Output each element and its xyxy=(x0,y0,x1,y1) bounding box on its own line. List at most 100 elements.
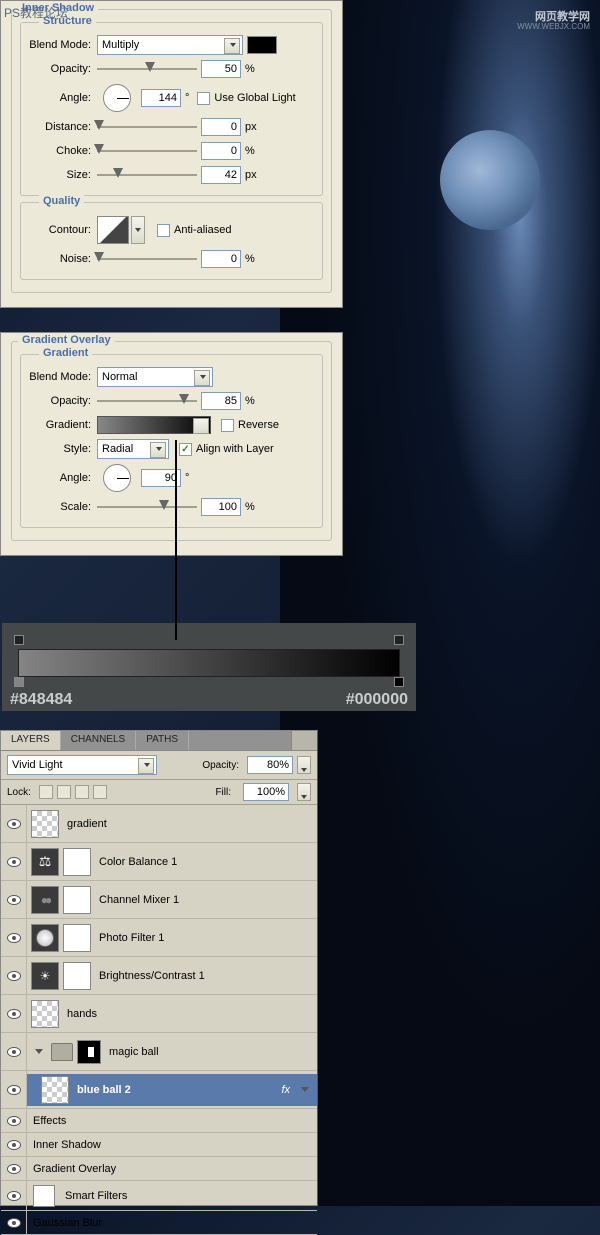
distance-value[interactable]: 0 xyxy=(201,118,241,136)
visibility-icon[interactable] xyxy=(7,1140,21,1150)
visibility-icon[interactable] xyxy=(7,1218,21,1228)
size-value[interactable]: 42 xyxy=(201,166,241,184)
opacity-value[interactable]: 50 xyxy=(201,60,241,78)
choke-slider[interactable] xyxy=(97,142,197,160)
opacity-flyout[interactable] xyxy=(297,756,311,774)
noise-value[interactable]: 0 xyxy=(201,250,241,268)
layer-row[interactable]: Photo Filter 1 xyxy=(1,919,317,957)
layer-thumb xyxy=(41,1076,69,1104)
global-light-checkbox[interactable] xyxy=(197,92,210,105)
anti-aliased-checkbox[interactable] xyxy=(157,224,170,237)
expand-icon[interactable] xyxy=(35,1049,43,1054)
lock-transparency-icon[interactable] xyxy=(39,785,53,799)
panel-menu-icon[interactable] xyxy=(291,731,317,750)
angle-value[interactable]: 144 xyxy=(141,89,181,107)
panel-tabs: LAYERS CHANNELS PATHS xyxy=(1,731,317,751)
mask-thumb xyxy=(63,924,91,952)
visibility-icon[interactable] xyxy=(7,819,21,829)
gradient-label: Gradient: xyxy=(29,419,97,431)
distance-slider[interactable] xyxy=(97,118,197,136)
opacity-stop-left[interactable] xyxy=(14,635,24,649)
visibility-icon[interactable] xyxy=(7,857,21,867)
layer-row[interactable]: gradient xyxy=(1,805,317,843)
quality-title: Quality xyxy=(39,195,84,207)
gradient-overlay-panel: Gradient Overlay Gradient Blend Mode: No… xyxy=(0,332,343,556)
watermark-url: WWW.WEBJX.COM xyxy=(517,22,590,31)
shadow-color-swatch[interactable] xyxy=(247,36,277,54)
contour-label: Contour: xyxy=(29,224,97,236)
style-label: Style: xyxy=(29,443,97,455)
layer-row[interactable]: ⚖Color Balance 1 xyxy=(1,843,317,881)
layer-blend-mode-select[interactable]: Vivid Light xyxy=(7,755,157,775)
scale-slider[interactable] xyxy=(97,498,197,516)
go-opacity-label: Opacity: xyxy=(29,395,97,407)
contour-dropdown[interactable] xyxy=(131,216,145,244)
visibility-icon[interactable] xyxy=(7,971,21,981)
fill-flyout[interactable] xyxy=(297,783,311,801)
effect-gradient-overlay-row[interactable]: Gradient Overlay xyxy=(1,1157,317,1181)
layer-row[interactable]: Channel Mixer 1 xyxy=(1,881,317,919)
go-opacity-slider[interactable] xyxy=(97,392,197,410)
smart-filters-row[interactable]: Smart Filters xyxy=(1,1181,317,1211)
fx-badge[interactable]: fx xyxy=(281,1084,293,1096)
color-stop-right[interactable] xyxy=(394,677,404,691)
visibility-icon[interactable] xyxy=(7,1191,21,1201)
contour-picker[interactable] xyxy=(97,216,129,244)
reverse-label: Reverse xyxy=(238,419,279,431)
photo-filter-icon xyxy=(31,924,59,952)
channel-mixer-icon xyxy=(31,886,59,914)
layer-row[interactable]: Brightness/Contrast 1 xyxy=(1,957,317,995)
visibility-icon[interactable] xyxy=(7,895,21,905)
mask-thumb xyxy=(63,886,91,914)
go-blend-mode-label: Blend Mode: xyxy=(29,371,97,383)
layer-group-row[interactable]: magic ball xyxy=(1,1033,317,1071)
effect-inner-shadow-row[interactable]: Inner Shadow xyxy=(1,1133,317,1157)
watermark-top-left: PS教程论坛 xyxy=(4,4,68,21)
align-label: Align with Layer xyxy=(196,443,274,455)
go-blend-mode-select[interactable]: Normal xyxy=(97,367,213,387)
noise-slider[interactable] xyxy=(97,250,197,268)
layer-thumb xyxy=(31,1000,59,1028)
gaussian-blur-row[interactable]: Gaussian Blur xyxy=(1,1211,317,1235)
visibility-icon[interactable] xyxy=(7,1009,21,1019)
visibility-icon[interactable] xyxy=(7,1164,21,1174)
lock-pixels-icon[interactable] xyxy=(57,785,71,799)
blend-mode-select[interactable]: Multiply xyxy=(97,35,243,55)
layer-row[interactable]: hands xyxy=(1,995,317,1033)
color-stop-left[interactable] xyxy=(14,677,24,691)
effects-row[interactable]: Effects xyxy=(1,1109,317,1133)
visibility-icon[interactable] xyxy=(7,933,21,943)
gradient-section-title: Gradient xyxy=(39,347,92,359)
lock-all-icon[interactable] xyxy=(93,785,107,799)
reverse-checkbox[interactable] xyxy=(221,419,234,432)
gradient-picker[interactable] xyxy=(97,416,211,434)
align-checkbox[interactable] xyxy=(179,443,192,456)
visibility-icon[interactable] xyxy=(7,1116,21,1126)
tab-paths[interactable]: PATHS xyxy=(136,731,189,750)
left-hex: #848484 xyxy=(10,691,72,709)
style-select[interactable]: Radial xyxy=(97,439,169,459)
tab-layers[interactable]: LAYERS xyxy=(1,731,61,750)
visibility-icon[interactable] xyxy=(7,1085,21,1095)
fx-expand-icon[interactable] xyxy=(301,1087,309,1092)
gradient-editor: #848484 #000000 xyxy=(2,623,416,711)
lock-position-icon[interactable] xyxy=(75,785,89,799)
go-opacity-value[interactable]: 85 xyxy=(201,392,241,410)
anti-aliased-label: Anti-aliased xyxy=(174,224,231,236)
opacity-stop-right[interactable] xyxy=(394,635,404,649)
fill-value[interactable]: 100% xyxy=(243,783,289,801)
tab-channels[interactable]: CHANNELS xyxy=(61,731,136,750)
scale-value[interactable]: 100 xyxy=(201,498,241,516)
global-light-label: Use Global Light xyxy=(214,92,295,104)
gradient-bar[interactable] xyxy=(18,649,400,677)
angle-dial[interactable] xyxy=(103,84,131,112)
size-slider[interactable] xyxy=(97,166,197,184)
layer-row-selected[interactable]: blue ball 2fx xyxy=(1,1071,317,1109)
choke-value[interactable]: 0 xyxy=(201,142,241,160)
noise-label: Noise: xyxy=(29,253,97,265)
visibility-icon[interactable] xyxy=(7,1047,21,1057)
opacity-slider[interactable] xyxy=(97,60,197,78)
go-angle-dial[interactable] xyxy=(103,464,131,492)
layer-opacity-value[interactable]: 80% xyxy=(247,756,293,774)
fill-label: Fill: xyxy=(215,787,231,798)
